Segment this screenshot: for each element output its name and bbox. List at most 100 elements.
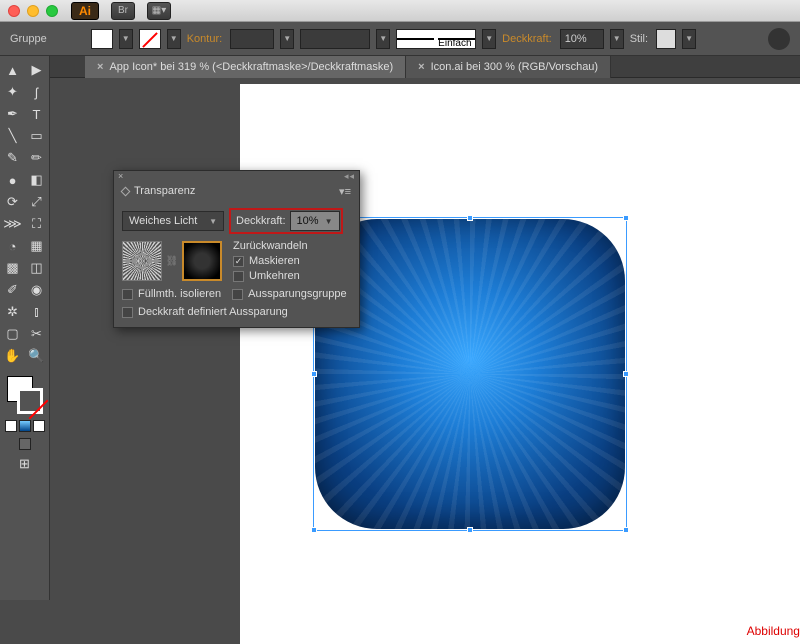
lasso-tool[interactable]: ʃ xyxy=(26,82,48,102)
handle-se[interactable] xyxy=(623,527,629,533)
brush-def[interactable]: Einfach xyxy=(396,29,476,49)
rectangle-tool[interactable]: ▭ xyxy=(26,126,48,146)
recolor-button[interactable] xyxy=(768,28,790,50)
panel-opacity-input[interactable]: 10%▼ xyxy=(290,211,340,231)
pen-tool[interactable]: ✒ xyxy=(2,104,24,124)
panel-grip-icon[interactable]: ◂◂ xyxy=(344,171,355,182)
rotate-tool[interactable]: ⟳ xyxy=(2,192,24,212)
tab-icon-ai[interactable]: × Icon.ai bei 300 % (RGB/Vorschau) xyxy=(406,56,611,78)
blob-brush-tool[interactable]: ● xyxy=(2,170,24,190)
gradient-tool[interactable]: ◫ xyxy=(26,258,48,278)
transparency-panel[interactable]: × ◂◂ Transparenz ▾≡ Weiches Licht▼ Deckk… xyxy=(113,170,360,328)
close-window-button[interactable] xyxy=(8,5,20,17)
handle-e[interactable] xyxy=(623,371,629,377)
fill-stroke-control[interactable] xyxy=(5,374,45,416)
arrange-docs-button[interactable]: ▦▾ xyxy=(147,2,171,20)
direct-select-tool[interactable]: ▶ xyxy=(26,60,48,80)
close-tab-icon[interactable]: × xyxy=(418,61,424,73)
handle-ne[interactable] xyxy=(623,215,629,221)
kontur-label: Kontur: xyxy=(187,33,222,45)
color-mode-row xyxy=(5,420,45,432)
checkbox-icon[interactable] xyxy=(122,289,133,300)
handle-s[interactable] xyxy=(467,527,473,533)
isolate-checkbox-row[interactable]: Füllmth. isolieren xyxy=(122,288,221,300)
handle-sw[interactable] xyxy=(311,527,317,533)
paintbrush-tool[interactable]: ✎ xyxy=(2,148,24,168)
stroke-weight-input[interactable] xyxy=(230,29,274,49)
var-width-profile[interactable] xyxy=(300,29,370,49)
checkbox-icon[interactable] xyxy=(232,289,243,300)
panel-menu-icon[interactable]: ▾≡ xyxy=(339,185,351,198)
checkbox-icon[interactable]: ✓ xyxy=(233,256,244,267)
stil-label: Stil: xyxy=(630,33,648,45)
panel-deckkraft-label: Deckkraft: xyxy=(236,215,286,227)
revert-button[interactable]: Zurückwandeln xyxy=(233,240,308,252)
deckkraft-label: Deckkraft: xyxy=(502,33,552,45)
handle-n[interactable] xyxy=(467,215,473,221)
magic-wand-tool[interactable]: ✦ xyxy=(2,82,24,102)
gradient-mode[interactable] xyxy=(19,420,31,432)
artboard-tool[interactable]: ▢ xyxy=(2,324,24,344)
invert-checkbox-row[interactable]: Umkehren xyxy=(233,270,308,282)
graph-tool[interactable]: ⫾ xyxy=(26,302,48,322)
eyedropper-tool[interactable]: ✐ xyxy=(2,280,24,300)
screen-mode-row xyxy=(19,438,31,450)
panel-tabs: Transparenz ▾≡ xyxy=(114,181,359,201)
bridge-button[interactable]: Br xyxy=(111,2,135,20)
brush-def-dd[interactable]: ▼ xyxy=(482,29,496,49)
panel-header[interactable]: × ◂◂ xyxy=(114,171,359,181)
minimize-window-button[interactable] xyxy=(27,5,39,17)
stroke-dropdown[interactable]: ▼ xyxy=(167,29,181,49)
artwork-thumb[interactable] xyxy=(122,241,162,281)
scale-tool[interactable]: ⤢ xyxy=(26,192,48,212)
fill-dropdown[interactable]: ▼ xyxy=(119,29,133,49)
handle-w[interactable] xyxy=(311,371,317,377)
fill-swatch[interactable] xyxy=(91,29,113,49)
link-mask-icon[interactable]: ⛓ xyxy=(167,241,177,281)
none-mode[interactable] xyxy=(33,420,45,432)
style-dd[interactable]: ▼ xyxy=(682,29,696,49)
shape-builder-tool[interactable]: ◔ xyxy=(2,236,24,256)
define-knockout-row[interactable]: Deckkraft definiert Aussparung xyxy=(122,306,288,318)
selection-tool[interactable]: ▲ xyxy=(2,60,24,80)
opacity-input[interactable]: 10% xyxy=(560,29,604,49)
var-width-dd[interactable]: ▼ xyxy=(376,29,390,49)
eraser-tool[interactable]: ◧ xyxy=(26,170,48,190)
screen-mode[interactable] xyxy=(19,438,31,450)
opacity-highlight: Deckkraft: 10%▼ xyxy=(229,208,343,234)
width-tool[interactable]: ⋙ xyxy=(2,214,24,234)
type-tool[interactable]: T xyxy=(26,104,48,124)
control-bar: Gruppe ▼ ▼ Kontur: ▼ ▼ Einfach ▼ Deckkra… xyxy=(0,22,800,56)
slice-tool[interactable]: ✂ xyxy=(26,324,48,344)
stroke-swatch[interactable] xyxy=(139,29,161,49)
opacity-dd[interactable]: ▼ xyxy=(610,29,624,49)
free-transform-tool[interactable]: ⛶ xyxy=(26,214,48,234)
perspective-tool[interactable]: ▦ xyxy=(26,236,48,256)
checkbox-icon[interactable] xyxy=(233,271,244,282)
panel-title[interactable]: Transparenz xyxy=(134,185,195,197)
edit-toggle[interactable]: ⊞ xyxy=(14,454,36,474)
panel-close-icon[interactable]: × xyxy=(118,171,123,181)
window-titlebar: Ai Br ▦▾ xyxy=(0,0,800,22)
blend-tool[interactable]: ◉ xyxy=(26,280,48,300)
symbol-sprayer-tool[interactable]: ✲ xyxy=(2,302,24,322)
mask-thumb[interactable] xyxy=(182,241,222,281)
zoom-window-button[interactable] xyxy=(46,5,58,17)
canvas-area[interactable]: Abbildung: 24 xyxy=(50,78,800,600)
knockout-checkbox-row[interactable]: Aussparungsgruppe xyxy=(232,288,346,300)
stroke-weight-dd[interactable]: ▼ xyxy=(280,29,294,49)
close-tab-icon[interactable]: × xyxy=(97,61,103,73)
checkbox-icon[interactable] xyxy=(122,307,133,318)
line-tool[interactable]: ╲ xyxy=(2,126,24,146)
zoom-tool[interactable]: 🔍 xyxy=(26,346,48,366)
mesh-tool[interactable]: ▩ xyxy=(2,258,24,278)
panel-diamond-icon xyxy=(121,186,131,196)
color-mode[interactable] xyxy=(5,420,17,432)
tab-app-icon[interactable]: × App Icon* bei 319 % (<Deckkraftmaske>/… xyxy=(85,56,406,78)
pencil-tool[interactable]: ✏ xyxy=(26,148,48,168)
hand-tool[interactable]: ✋ xyxy=(2,346,24,366)
style-swatch[interactable] xyxy=(656,29,676,49)
mask-checkbox-row[interactable]: ✓Maskieren xyxy=(233,255,308,267)
blend-mode-select[interactable]: Weiches Licht▼ xyxy=(122,211,224,231)
artboard[interactable]: Abbildung: 24 xyxy=(240,84,800,644)
